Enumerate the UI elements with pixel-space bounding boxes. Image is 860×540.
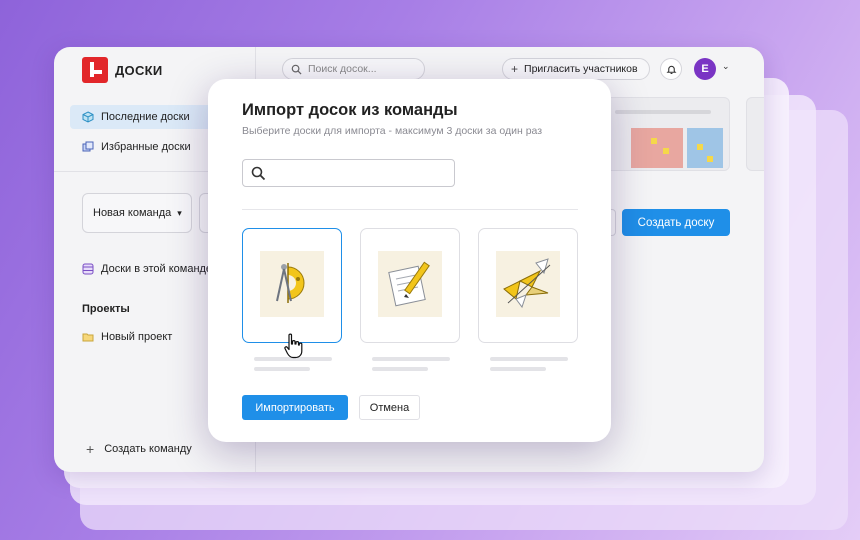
import-button[interactable]: Импортировать	[242, 395, 348, 420]
board-thumbnail[interactable]	[746, 97, 764, 171]
card-subtitle-placeholder	[372, 367, 428, 371]
search-icon	[291, 64, 302, 75]
logo[interactable]: ДОСКИ	[82, 57, 163, 83]
board-card[interactable]	[360, 228, 460, 343]
modal-divider	[242, 209, 578, 210]
cancel-button[interactable]: Отмена	[359, 395, 420, 420]
search-placeholder: Поиск досок...	[308, 63, 377, 75]
projects-heading: Проекты	[82, 303, 130, 315]
invite-members-button[interactable]: + Пригласить участников	[502, 58, 650, 80]
sidebar-item-label: Избранные доски	[101, 141, 191, 153]
create-board-button[interactable]: Создать доску	[622, 209, 730, 236]
plus-icon: +	[511, 62, 519, 76]
create-team-button[interactable]: + Создать команду	[86, 441, 192, 457]
notifications-icon[interactable]	[660, 58, 682, 80]
board-card[interactable]	[478, 228, 578, 343]
board-card[interactable]	[242, 228, 342, 343]
plus-icon: +	[86, 441, 95, 457]
card-title-placeholder	[490, 357, 568, 361]
logo-text: ДОСКИ	[115, 62, 163, 78]
team-select[interactable]: Новая команда ▾	[82, 193, 192, 233]
invite-label: Пригласить участников	[524, 63, 638, 75]
folder-icon	[82, 333, 94, 342]
modal-title: Импорт досок из команды	[242, 101, 458, 119]
card-title-placeholder	[372, 357, 450, 361]
avatar[interactable]: E	[694, 58, 716, 80]
origami-icon	[496, 251, 560, 317]
boards-icon	[82, 263, 94, 275]
cubes-icon	[82, 141, 94, 152]
card-subtitle-placeholder	[254, 367, 310, 371]
cube-icon	[82, 111, 94, 123]
team-select-label: Новая команда	[93, 207, 172, 219]
chevron-down-icon: ▾	[177, 207, 182, 218]
chevron-down-icon[interactable]: ⌄	[722, 61, 730, 72]
modal-search-input[interactable]	[242, 159, 455, 187]
modal-subtitle: Выберите доски для импорта - максимум 3 …	[242, 125, 543, 137]
logo-icon	[82, 57, 108, 83]
board-thumbnail[interactable]	[600, 97, 730, 171]
sidebar-item-label: Новый проект	[101, 331, 173, 343]
import-modal: Импорт досок из команды Выберите доски д…	[208, 79, 611, 442]
notepad-pencil-icon	[378, 251, 442, 317]
sidebar-item-label: Последние доски	[101, 111, 190, 123]
create-team-label: Создать команду	[104, 443, 192, 455]
sidebar-item-label: Доски в этой команде	[101, 263, 213, 275]
hand-cursor-icon	[284, 333, 303, 359]
card-subtitle-placeholder	[490, 367, 546, 371]
board-search-input[interactable]: Поиск досок...	[282, 58, 425, 80]
search-icon	[251, 166, 266, 181]
compass-ruler-icon	[260, 251, 324, 317]
